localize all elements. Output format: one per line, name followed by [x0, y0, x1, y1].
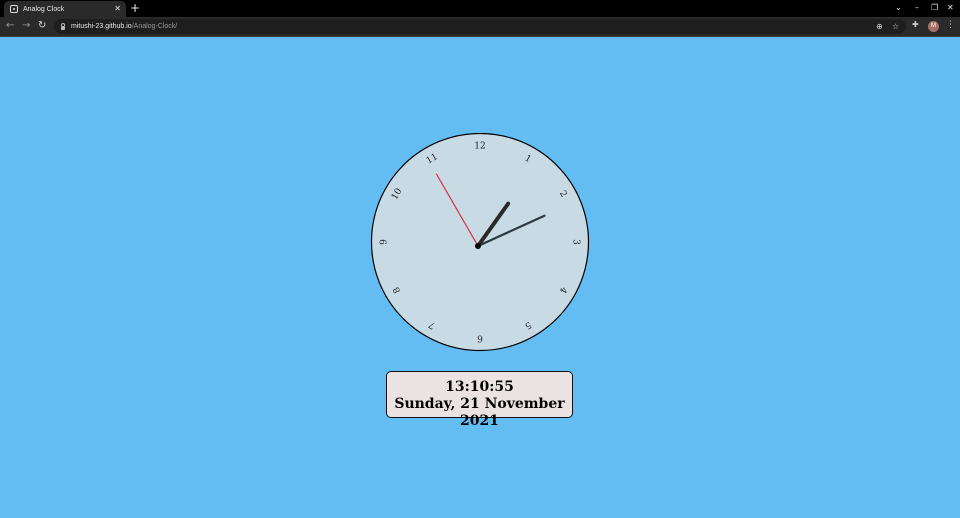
url-path: /Analog-Clock/: [131, 23, 178, 30]
digital-date: Sunday, 21 November 2021: [394, 396, 565, 429]
new-tab-icon[interactable]: +: [130, 1, 140, 15]
browser-tab[interactable]: Analog Clock ✕: [4, 1, 126, 17]
tab-title: Analog Clock: [23, 5, 65, 13]
digital-time: 13:10:55: [445, 379, 514, 395]
browser-toolbar: ← → ↻ mitushi-23.github.io/Analog-Clock/…: [0, 17, 960, 37]
forward-arrow-icon[interactable]: →: [22, 20, 30, 32]
reload-icon[interactable]: ↻: [38, 20, 46, 32]
address-bar[interactable]: mitushi-23.github.io/Analog-Clock/ ⊕ ☆: [54, 19, 906, 34]
avatar[interactable]: M: [928, 21, 939, 32]
chevron-down-icon[interactable]: ⌄: [895, 2, 902, 14]
close-window-icon[interactable]: ✕: [947, 2, 954, 14]
url-host: mitushi-23.github.io: [71, 23, 132, 30]
clock-numeral-9: 9: [380, 239, 390, 245]
digital-time-box: 13:10:55 Sunday, 21 November 2021: [386, 371, 573, 429]
puzzle-icon[interactable]: ✚: [912, 20, 919, 29]
back-arrow-icon[interactable]: ←: [6, 20, 14, 32]
favicon-icon: [10, 5, 18, 13]
zoom-icon[interactable]: ⊕: [876, 21, 883, 32]
clock-center-pin: [475, 243, 481, 249]
restore-icon[interactable]: ❐: [931, 2, 938, 14]
star-icon[interactable]: ☆: [892, 21, 899, 32]
clock-numeral-6: 6: [477, 333, 483, 343]
kebab-menu-icon[interactable]: ⋮: [946, 20, 955, 30]
close-tab-icon[interactable]: ✕: [114, 5, 121, 13]
lock-icon[interactable]: [61, 22, 65, 30]
minimize-icon[interactable]: –: [915, 2, 919, 14]
tab-strip: Analog Clock ✕ + ⌄ – ❐ ✕: [0, 0, 960, 17]
url-text[interactable]: mitushi-23.github.io/Analog-Clock/: [71, 23, 177, 30]
analog-clock: 121234567891011: [370, 133, 590, 352]
clock-numeral-3: 3: [571, 239, 581, 245]
clock-numeral-12: 12: [474, 142, 485, 152]
